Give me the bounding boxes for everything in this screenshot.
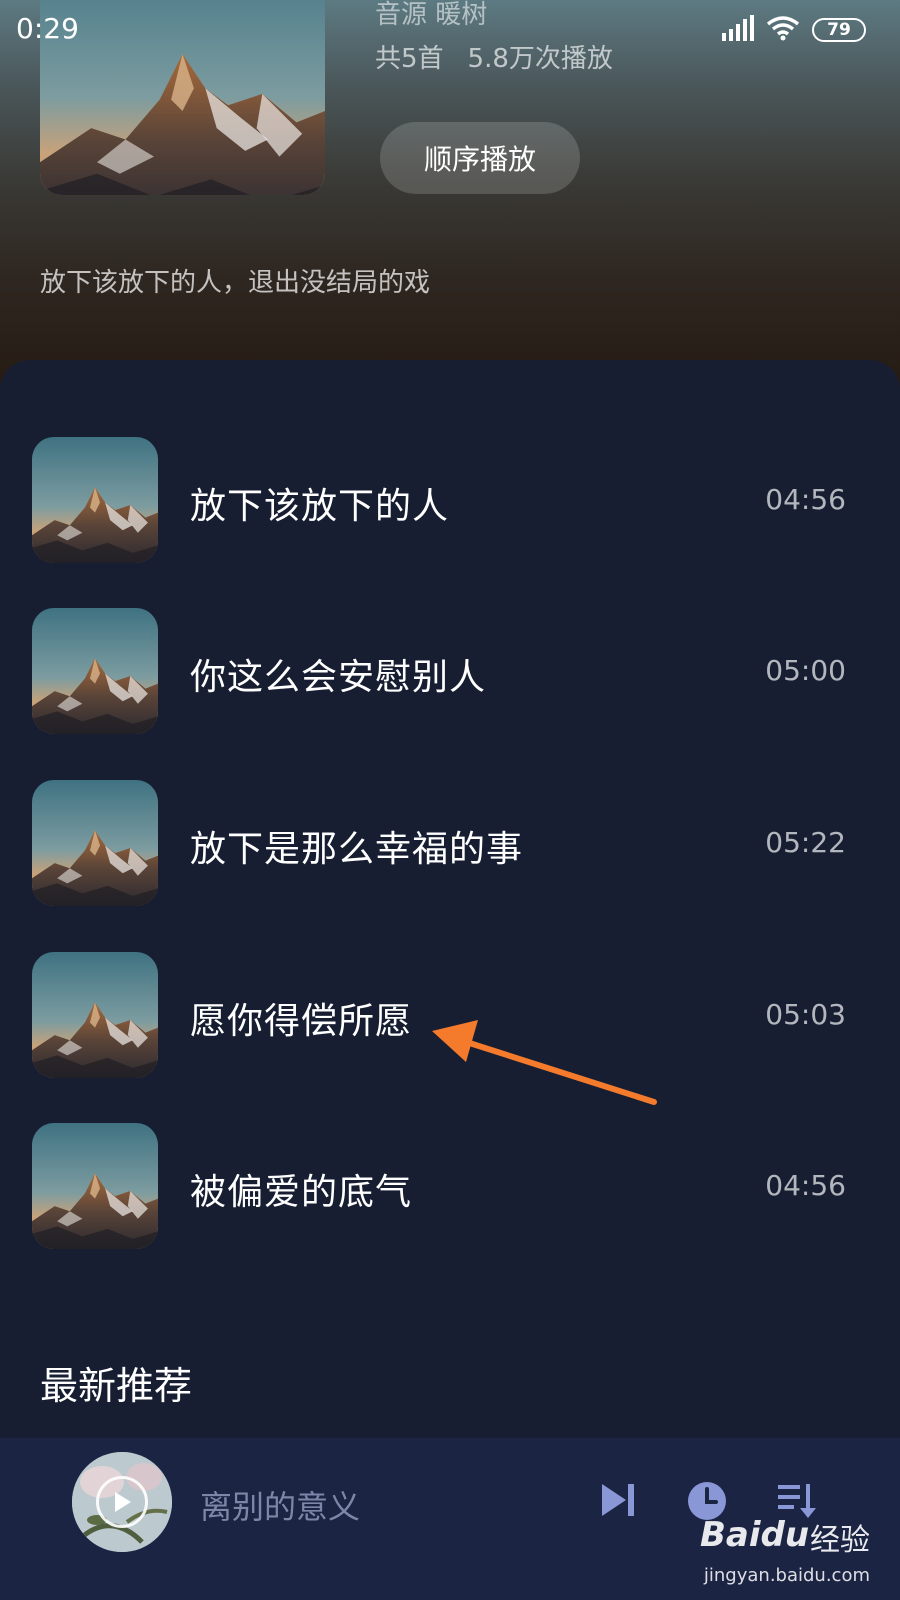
baidu-watermark: Baidu 经验 jingyan.baidu.com <box>700 1515 870 1595</box>
song-duration: 05:00 <box>765 654 846 687</box>
section-title-latest: 最新推荐 <box>40 1364 193 1408</box>
next-track-icon[interactable] <box>598 1480 638 1524</box>
album-description: 放下该放下的人，退出没结局的戏 <box>40 268 431 298</box>
song-duration: 05:22 <box>765 826 846 859</box>
song-row-4[interactable]: 愿你得偿所愿 05:03 <box>0 952 900 1078</box>
play-icon[interactable] <box>96 1476 148 1528</box>
song-thumbnail <box>32 1123 158 1249</box>
song-thumbnail <box>32 780 158 906</box>
song-thumbnail <box>32 952 158 1078</box>
play-order-button[interactable]: 顺序播放 <box>380 122 580 194</box>
song-thumbnail <box>32 437 158 563</box>
watermark-sub: 经验 <box>810 1523 870 1558</box>
song-duration: 05:03 <box>765 998 846 1031</box>
song-row-2[interactable]: 你这么会安慰别人 05:00 <box>0 608 900 734</box>
song-row-3[interactable]: 放下是那么幸福的事 05:22 <box>0 780 900 906</box>
song-row-5[interactable]: 被偏爱的底气 04:56 <box>0 1123 900 1249</box>
status-icons: 79 <box>722 15 866 45</box>
song-title: 放下该放下的人 <box>190 486 450 527</box>
status-time: 0:29 <box>16 12 79 45</box>
song-title: 被偏爱的底气 <box>190 1172 413 1213</box>
album-header: 音源 暖树 共5首 5.8万次播放 顺序播放 放下该放下的人，退出没结局的戏 0… <box>0 0 900 400</box>
signal-icon <box>722 15 754 45</box>
watermark-brand: Baidu <box>700 1515 810 1555</box>
battery-indicator: 79 <box>812 18 866 42</box>
song-row-1[interactable]: 放下该放下的人 04:56 <box>0 437 900 563</box>
song-thumbnail <box>32 608 158 734</box>
song-duration: 04:56 <box>765 483 846 516</box>
song-title: 你这么会安慰别人 <box>190 657 487 698</box>
status-bar: 0:29 79 <box>0 0 900 60</box>
song-title: 放下是那么幸福的事 <box>190 829 524 870</box>
mini-player-title: 离别的意义 <box>200 1488 361 1526</box>
watermark-url: jingyan.baidu.com <box>703 1565 870 1586</box>
song-duration: 04:56 <box>765 1169 846 1202</box>
song-title: 愿你得偿所愿 <box>190 1001 413 1042</box>
wifi-icon <box>766 15 800 45</box>
